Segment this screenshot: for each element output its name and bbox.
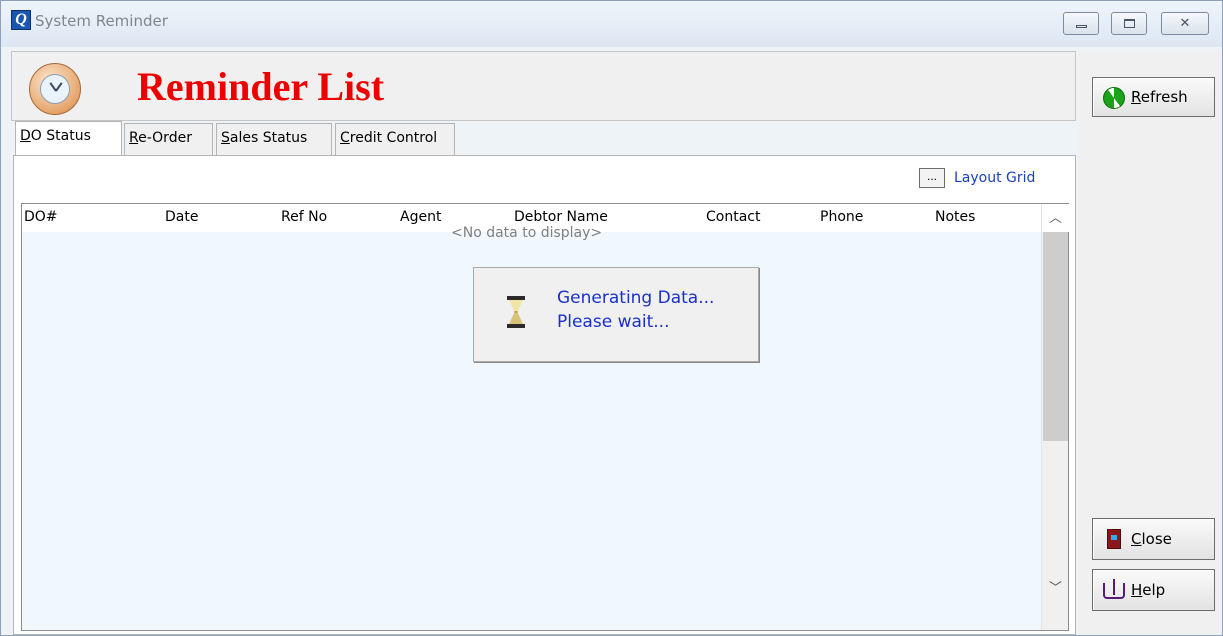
page-title: Reminder List — [137, 64, 385, 109]
window-close-button[interactable]: ✕ — [1161, 12, 1209, 35]
book-icon — [1103, 579, 1125, 599]
tab-re-order[interactable]: Re-Order — [124, 123, 213, 155]
window-title: System Reminder — [35, 12, 168, 30]
wait-line-2: Please wait... — [557, 312, 670, 332]
column-header[interactable]: DO# — [24, 209, 58, 225]
scroll-thumb[interactable] — [1043, 232, 1068, 441]
column-header[interactable]: Date — [165, 209, 198, 225]
wait-line-1: Generating Data... — [557, 288, 715, 308]
wait-message: Generating Data... Please wait... — [557, 286, 714, 334]
help-label: Help — [1131, 581, 1166, 599]
column-header[interactable]: Phone — [820, 209, 863, 225]
maximize-button[interactable] — [1111, 12, 1147, 35]
column-header[interactable]: Contact — [706, 209, 760, 225]
close-icon: ✕ — [1179, 15, 1191, 30]
minimize-icon — [1076, 25, 1087, 28]
clock-icon — [29, 63, 81, 115]
help-button[interactable]: Help — [1092, 569, 1215, 611]
clock-face — [40, 74, 70, 104]
column-header[interactable]: Debtor Name — [514, 209, 608, 225]
scroll-down-icon[interactable]: ﹀ — [1042, 574, 1069, 602]
refresh-icon — [1103, 87, 1125, 109]
layout-grid-link[interactable]: Layout Grid — [954, 170, 1035, 186]
tab-sales-status[interactable]: Sales Status — [216, 123, 332, 155]
title-bar[interactable]: Q System Reminder ✕ — [1, 1, 1222, 47]
vertical-scrollbar[interactable]: ︿ ﹀ — [1041, 204, 1069, 630]
hourglass-icon — [507, 296, 525, 328]
close-label: Close — [1131, 530, 1172, 548]
clock-hand — [55, 82, 63, 92]
column-header[interactable]: Agent — [400, 209, 441, 225]
ellipsis-button[interactable]: ... — [919, 168, 945, 188]
refresh-button[interactable]: Refresh — [1092, 77, 1215, 117]
tab-credit-control[interactable]: Credit Control — [335, 123, 455, 155]
minimize-button[interactable] — [1063, 12, 1099, 35]
column-header[interactable]: Ref No — [281, 209, 327, 225]
refresh-label: Refresh — [1131, 88, 1188, 106]
empty-grid-message: <No data to display> — [451, 225, 603, 241]
close-button[interactable]: Close — [1092, 518, 1215, 560]
wait-dialog: Generating Data... Please wait... — [473, 267, 759, 362]
tab-do-status[interactable]: DO Status — [15, 121, 122, 155]
column-header[interactable]: Notes — [935, 209, 975, 225]
door-icon — [1107, 529, 1121, 549]
app-icon: Q — [11, 10, 31, 30]
scroll-up-icon[interactable]: ︿ — [1042, 204, 1069, 232]
system-reminder-window: Q System Reminder ✕ Reminder List Refres… — [0, 0, 1223, 636]
maximize-icon — [1124, 19, 1135, 28]
